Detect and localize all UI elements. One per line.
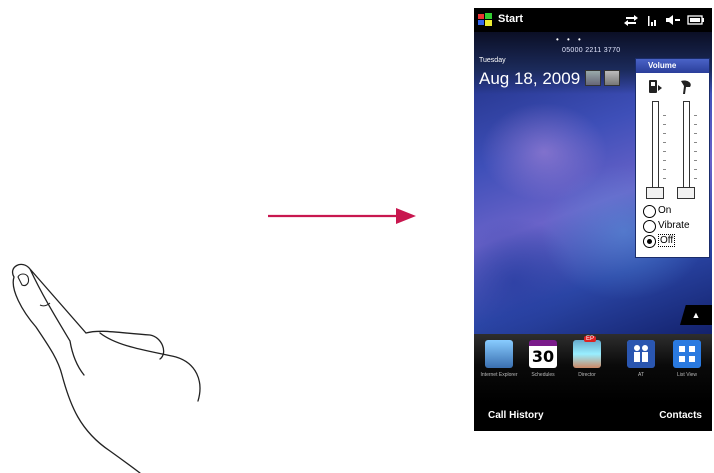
battery-icon[interactable] xyxy=(687,15,704,25)
photos-icon xyxy=(573,340,601,368)
sync-arrows-icon[interactable] xyxy=(624,15,638,26)
calendar-icon: 30 xyxy=(529,340,557,368)
contacts-softkey[interactable]: Contacts xyxy=(659,410,702,421)
internet-icon xyxy=(485,340,513,368)
signal-icon[interactable] xyxy=(648,16,656,26)
alarm-icon[interactable] xyxy=(604,70,620,86)
windows-flag-icon[interactable] xyxy=(478,13,492,26)
tab-internet[interactable]: Internet Explorer xyxy=(480,340,518,398)
radio-on-label: On xyxy=(658,205,672,216)
photos-badge: EP xyxy=(584,336,597,342)
volume-popup: Volume On Vibrate Off xyxy=(635,58,710,258)
ringer-volume-slider[interactable] xyxy=(652,101,659,189)
phone-screen: Start • • • 05000 2211 3770 Tuesday Aug … xyxy=(474,8,712,431)
day-label: Tuesday xyxy=(479,57,506,64)
volume-icon[interactable] xyxy=(666,15,680,25)
radio-off-circle[interactable] xyxy=(643,235,656,248)
volume-title: Volume xyxy=(636,59,709,73)
tab-photos-caption: Director xyxy=(578,372,596,378)
radio-vibrate-circle[interactable] xyxy=(643,220,656,233)
tab-calendar[interactable]: 30 Schedules xyxy=(524,340,562,398)
tab-photos[interactable]: EP Director xyxy=(568,336,606,398)
start-button[interactable]: Start xyxy=(498,13,523,25)
grid-icon xyxy=(673,340,701,368)
people-icon xyxy=(627,340,655,368)
radio-on-circle[interactable] xyxy=(643,205,656,218)
phone-number: 05000 2211 3770 xyxy=(562,47,621,54)
ringer-slider-thumb[interactable] xyxy=(646,187,664,199)
transition-arrow xyxy=(268,208,416,224)
tab-internet-caption: Internet Explorer xyxy=(480,372,518,378)
speaker-scale xyxy=(694,107,697,183)
tab-people-caption: AT xyxy=(637,372,645,378)
speaker-icon xyxy=(681,80,691,94)
tab-more[interactable]: List View xyxy=(668,340,706,398)
phone-ringer-icon xyxy=(649,80,662,93)
radio-vibrate-label: Vibrate xyxy=(658,220,690,231)
date-label[interactable]: Aug 18, 2009 xyxy=(479,69,580,89)
status-icons xyxy=(624,15,704,26)
speaker-volume-slider[interactable] xyxy=(683,101,690,189)
tab-people[interactable]: AT xyxy=(622,340,660,398)
speaker-slider-thumb[interactable] xyxy=(677,187,695,199)
status-bar: Start xyxy=(474,8,712,32)
tab-more-caption: List View xyxy=(677,372,697,378)
page-indicator: • • • xyxy=(556,35,584,44)
ringer-scale xyxy=(663,107,666,183)
tab-calendar-caption: Schedules xyxy=(531,372,555,378)
tab-strip: Internet Explorer 30 Schedules EP Direct… xyxy=(474,334,712,403)
call-history-softkey[interactable]: Call History xyxy=(488,410,544,421)
weather-icon[interactable] xyxy=(585,70,601,86)
finger-tap-illustration xyxy=(11,263,201,473)
radio-off-label: Off xyxy=(658,234,676,247)
softkey-bar: Call History Contacts xyxy=(474,403,712,431)
